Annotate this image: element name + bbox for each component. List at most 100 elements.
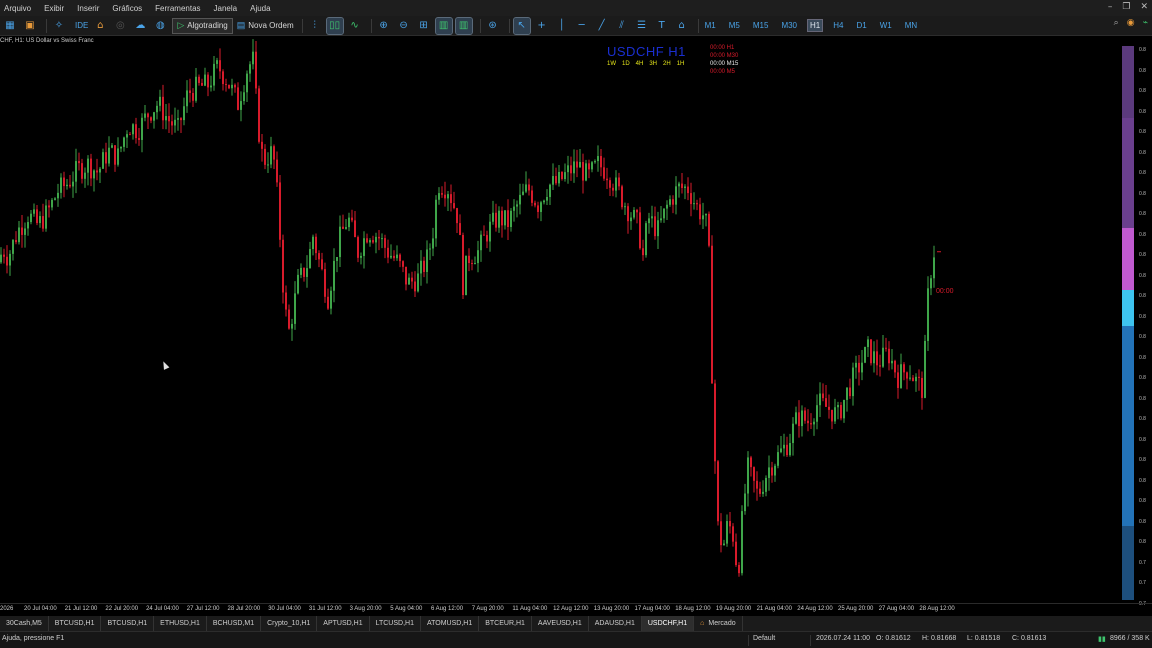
- search-icon[interactable]: ⌕: [1114, 18, 1119, 28]
- menu-item[interactable]: Ajuda: [250, 4, 270, 13]
- chart-tab[interactable]: AAVEUSD,H1: [532, 616, 589, 631]
- algotrading-button[interactable]: ▷ Algotrading: [172, 17, 233, 34]
- market-icon[interactable]: ⌂: [92, 18, 108, 34]
- bear-candle: [636, 209, 638, 213]
- chart-tab[interactable]: USDCHF,H1: [641, 616, 695, 631]
- timeframe-d1[interactable]: D1: [854, 20, 868, 31]
- crosshair-icon[interactable]: +: [534, 18, 550, 34]
- price-tick: 0.8: [1139, 88, 1146, 94]
- chart-area[interactable]: [0, 37, 1119, 603]
- bear-candle: [582, 162, 584, 181]
- bear-candle: [366, 238, 368, 243]
- chart-tab[interactable]: ETHUSD,H1: [154, 616, 207, 631]
- menu-item[interactable]: Janela: [214, 4, 238, 13]
- cloud-icon[interactable]: ☁: [132, 18, 148, 34]
- time-tick: 5 Aug 04:00: [390, 606, 423, 612]
- chart-tab[interactable]: BTCUSD,H1: [49, 616, 102, 631]
- menu-item[interactable]: Exibir: [44, 4, 64, 13]
- time-tick: 28 Jul 20:00: [227, 606, 261, 612]
- zoom-in-icon[interactable]: ⊕: [376, 18, 392, 34]
- profile-name[interactable]: Default: [753, 635, 775, 642]
- chart-tab[interactable]: BTCUSD,H1: [101, 616, 155, 631]
- timeframe-m30[interactable]: M30: [779, 20, 799, 31]
- chart-tab[interactable]: ADAUSD,H1: [589, 616, 642, 631]
- bull-candle: [435, 199, 437, 239]
- time-tick: 27 Jul 12:00: [186, 606, 220, 612]
- chart-tab[interactable]: BCHUSD,M1: [207, 616, 262, 631]
- indicator-tf-1h[interactable]: 1H: [677, 61, 685, 67]
- shapes-icon[interactable]: ⌂: [674, 18, 690, 34]
- new-order-button[interactable]: ▤ Nova Ordem: [233, 18, 298, 34]
- bear-candle: [3, 254, 5, 257]
- timeframe-h4[interactable]: H4: [831, 20, 845, 31]
- market-tab[interactable]: ⌂ Mercado: [694, 616, 743, 631]
- bear-candle: [612, 187, 614, 191]
- restore-icon[interactable]: ❐: [1122, 2, 1130, 12]
- bull-candle: [252, 51, 254, 65]
- vertical-line-icon[interactable]: │: [554, 18, 570, 34]
- bear-candle: [384, 238, 386, 248]
- grid-icon[interactable]: ⊞: [416, 18, 432, 34]
- text-icon[interactable]: T: [654, 18, 670, 34]
- horizontal-line-icon[interactable]: ─: [574, 18, 590, 34]
- chart-tab[interactable]: ATOMUSD,H1: [421, 616, 480, 631]
- chart-tab[interactable]: Crypto_10,H1: [261, 616, 318, 631]
- bull-candle: [813, 421, 815, 425]
- indicator-tf-1d[interactable]: 1D: [622, 61, 630, 67]
- menu-item[interactable]: Arquivo: [4, 4, 31, 13]
- bull-candle: [87, 158, 89, 173]
- zoom-out-icon[interactable]: ⊖: [396, 18, 412, 34]
- menu-item[interactable]: Gráficos: [112, 4, 142, 13]
- timeframe-m15[interactable]: M15: [751, 20, 771, 31]
- status-high: H: 0.81668: [922, 635, 957, 642]
- bear-candle: [621, 186, 623, 208]
- signals-icon[interactable]: ◍: [152, 18, 168, 34]
- chart-tab[interactable]: 30Cash,M5: [0, 616, 49, 631]
- trend-line-icon[interactable]: ╱: [594, 18, 610, 34]
- autoscroll-icon[interactable]: ▥: [434, 16, 453, 35]
- navigator-icon[interactable]: ✧: [51, 18, 67, 34]
- fibonacci-icon[interactable]: ☰: [634, 18, 650, 34]
- menu-item[interactable]: Ferramentas: [155, 4, 200, 13]
- indicator-tf-3h[interactable]: 3H: [649, 61, 657, 67]
- cursor-icon[interactable]: ↖: [512, 16, 531, 35]
- bar-chart-icon[interactable]: ⫶: [307, 18, 323, 34]
- new-chart-icon[interactable]: ▦: [2, 18, 18, 34]
- indicator-tf-2h[interactable]: 2H: [663, 61, 671, 67]
- channel-icon[interactable]: ⫽: [614, 18, 630, 34]
- indicator-tf-4h[interactable]: 4H: [636, 61, 644, 67]
- bear-candle: [903, 364, 905, 373]
- timeframe-m5[interactable]: M5: [727, 20, 742, 31]
- time-tick: 24 Aug 12:00: [797, 606, 833, 612]
- chart-shift-icon[interactable]: ▥: [454, 16, 473, 35]
- close-icon[interactable]: ✕: [1140, 2, 1148, 12]
- bear-candle: [720, 521, 722, 546]
- bull-candle: [363, 238, 365, 256]
- indicators-icon[interactable]: ⊛: [485, 18, 501, 34]
- strategy-tester-icon[interactable]: ◎: [112, 18, 128, 34]
- chart-tab[interactable]: APTUSD,H1: [317, 616, 370, 631]
- chart-title: CHF, H1: US Dollar vs Swiss Franc: [0, 38, 94, 44]
- bear-candle: [714, 383, 716, 462]
- timeframe-m1[interactable]: M1: [703, 20, 718, 31]
- bear-candle: [462, 234, 464, 296]
- line-chart-icon[interactable]: ∿: [347, 18, 363, 34]
- chart-tab[interactable]: LTCUSD,H1: [370, 616, 421, 631]
- price-chart[interactable]: [0, 37, 1119, 603]
- account-icon[interactable]: ◉: [1127, 18, 1135, 28]
- minimize-icon[interactable]: –: [1108, 2, 1113, 12]
- bull-candle: [18, 227, 20, 243]
- chart-tab[interactable]: BTCEUR,H1: [479, 616, 532, 631]
- candlestick-icon[interactable]: ▯▯: [325, 16, 344, 35]
- timeframe-w1[interactable]: W1: [878, 20, 894, 31]
- timeframe-mn[interactable]: MN: [903, 20, 919, 31]
- vps-icon[interactable]: ⌁: [1143, 18, 1148, 28]
- status-datetime: 2026.07.24 11:00: [816, 635, 870, 642]
- ide-button[interactable]: IDE: [71, 18, 92, 34]
- menu-item[interactable]: Inserir: [77, 4, 99, 13]
- timeframe-h1[interactable]: H1: [806, 19, 824, 32]
- indicator-tf-1w[interactable]: 1W: [607, 61, 616, 67]
- bull-candle: [744, 493, 746, 512]
- bull-candle: [33, 209, 35, 214]
- profiles-icon[interactable]: ▣: [22, 18, 38, 34]
